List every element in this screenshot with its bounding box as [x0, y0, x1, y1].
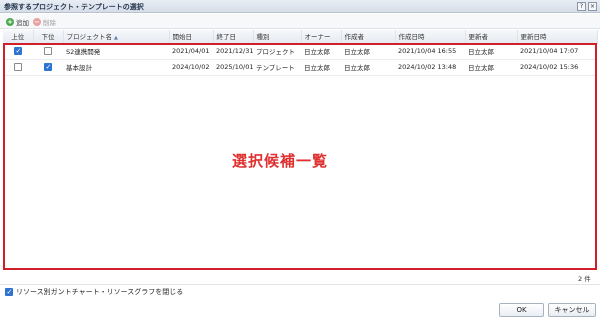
delete-icon: − — [33, 18, 41, 26]
help-button[interactable]: ? — [577, 2, 586, 11]
cell-start: 2024/10/02 — [169, 59, 213, 76]
delete-button[interactable]: − 削除 — [33, 17, 56, 27]
column-header-project-name-label: プロジェクト名 — [66, 33, 113, 42]
cell-owner: 日立太郎 — [301, 59, 341, 76]
column-header-owner[interactable]: オーナー — [301, 30, 342, 44]
cell-type: プロジェクト — [253, 43, 301, 60]
table-row[interactable]: S2連携開発 2021/04/01 2021/12/31 プロジェクト 日立太郎… — [3, 43, 597, 60]
lower-checkbox-cell — [33, 43, 63, 60]
column-header-type[interactable]: 種別 — [253, 30, 302, 44]
dialog-titlebar: 参照するプロジェクト・テンプレートの選択 ? × — [0, 0, 600, 13]
table-row[interactable]: 基本設計 2024/10/02 2025/10/01 テンプレート 日立太郎 日… — [3, 59, 597, 76]
cell-type: テンプレート — [253, 59, 301, 76]
cell-updated: 2024/10/02 15:36 — [517, 59, 597, 76]
column-header-updated[interactable]: 更新日時 — [517, 30, 598, 44]
dialog-title: 参照するプロジェクト・テンプレートの選択 — [4, 3, 144, 11]
cell-start: 2021/04/01 — [169, 43, 213, 60]
lower-checkbox[interactable] — [44, 63, 52, 71]
cell-creator: 日立太郎 — [341, 43, 395, 60]
close-gantt-label: リソース別ガントチャート・リソースグラフを閉じる — [16, 288, 184, 296]
cell-created: 2024/10/02 13:48 — [395, 59, 465, 76]
cell-updater: 日立太郎 — [465, 43, 517, 60]
add-button-label: 追加 — [16, 19, 29, 27]
column-header-upper[interactable]: 上位 — [3, 30, 34, 44]
cancel-button[interactable]: キャンセル — [548, 303, 596, 317]
column-header-end[interactable]: 終了日 — [213, 30, 254, 44]
lower-checkbox[interactable] — [44, 47, 52, 55]
cell-project-name: S2連携開発 — [63, 43, 169, 60]
column-header-lower[interactable]: 下位 — [33, 30, 64, 44]
upper-checkbox-cell — [3, 59, 33, 76]
add-icon: + — [6, 18, 14, 26]
column-header-updater[interactable]: 更新者 — [465, 30, 518, 44]
annotation-label: 選択候補一覧 — [232, 152, 329, 170]
sort-ascending-icon: ▲ — [114, 35, 118, 42]
lower-checkbox-cell — [33, 59, 63, 76]
project-table: 上位 下位 プロジェクト名 ▲ 開始日 終了日 種別 オーナー 作成者 作成日時 … — [3, 30, 598, 76]
upper-checkbox[interactable] — [14, 63, 22, 71]
cell-updater: 日立太郎 — [465, 59, 517, 76]
toolbar: + 追加 − 削除 — [0, 14, 600, 29]
cell-end: 2025/10/01 — [213, 59, 253, 76]
column-header-project-name[interactable]: プロジェクト名 ▲ — [63, 30, 170, 44]
cell-created: 2021/10/04 16:55 — [395, 43, 465, 60]
cell-end: 2021/12/31 — [213, 43, 253, 60]
cell-updated: 2021/10/04 17:07 — [517, 43, 597, 60]
column-header-creator[interactable]: 作成者 — [341, 30, 396, 44]
cell-creator: 日立太郎 — [341, 59, 395, 76]
table-header-row: 上位 下位 プロジェクト名 ▲ 開始日 終了日 種別 オーナー 作成者 作成日時 … — [3, 30, 598, 44]
cell-owner: 日立太郎 — [301, 43, 341, 60]
delete-button-label: 削除 — [43, 19, 56, 27]
close-gantt-checkbox[interactable] — [5, 288, 13, 296]
upper-checkbox[interactable] — [14, 47, 22, 55]
close-gantt-option[interactable]: リソース別ガントチャート・リソースグラフを閉じる — [5, 287, 183, 297]
cell-project-name: 基本設計 — [63, 59, 169, 76]
record-count: 2 件 — [578, 275, 591, 283]
upper-checkbox-cell — [3, 43, 33, 60]
ok-button[interactable]: OK — [499, 303, 544, 317]
close-button[interactable]: × — [588, 2, 597, 11]
column-header-start[interactable]: 開始日 — [169, 30, 214, 44]
footer-divider — [0, 284, 600, 285]
add-button[interactable]: + 追加 — [6, 17, 29, 27]
column-header-created[interactable]: 作成日時 — [395, 30, 466, 44]
